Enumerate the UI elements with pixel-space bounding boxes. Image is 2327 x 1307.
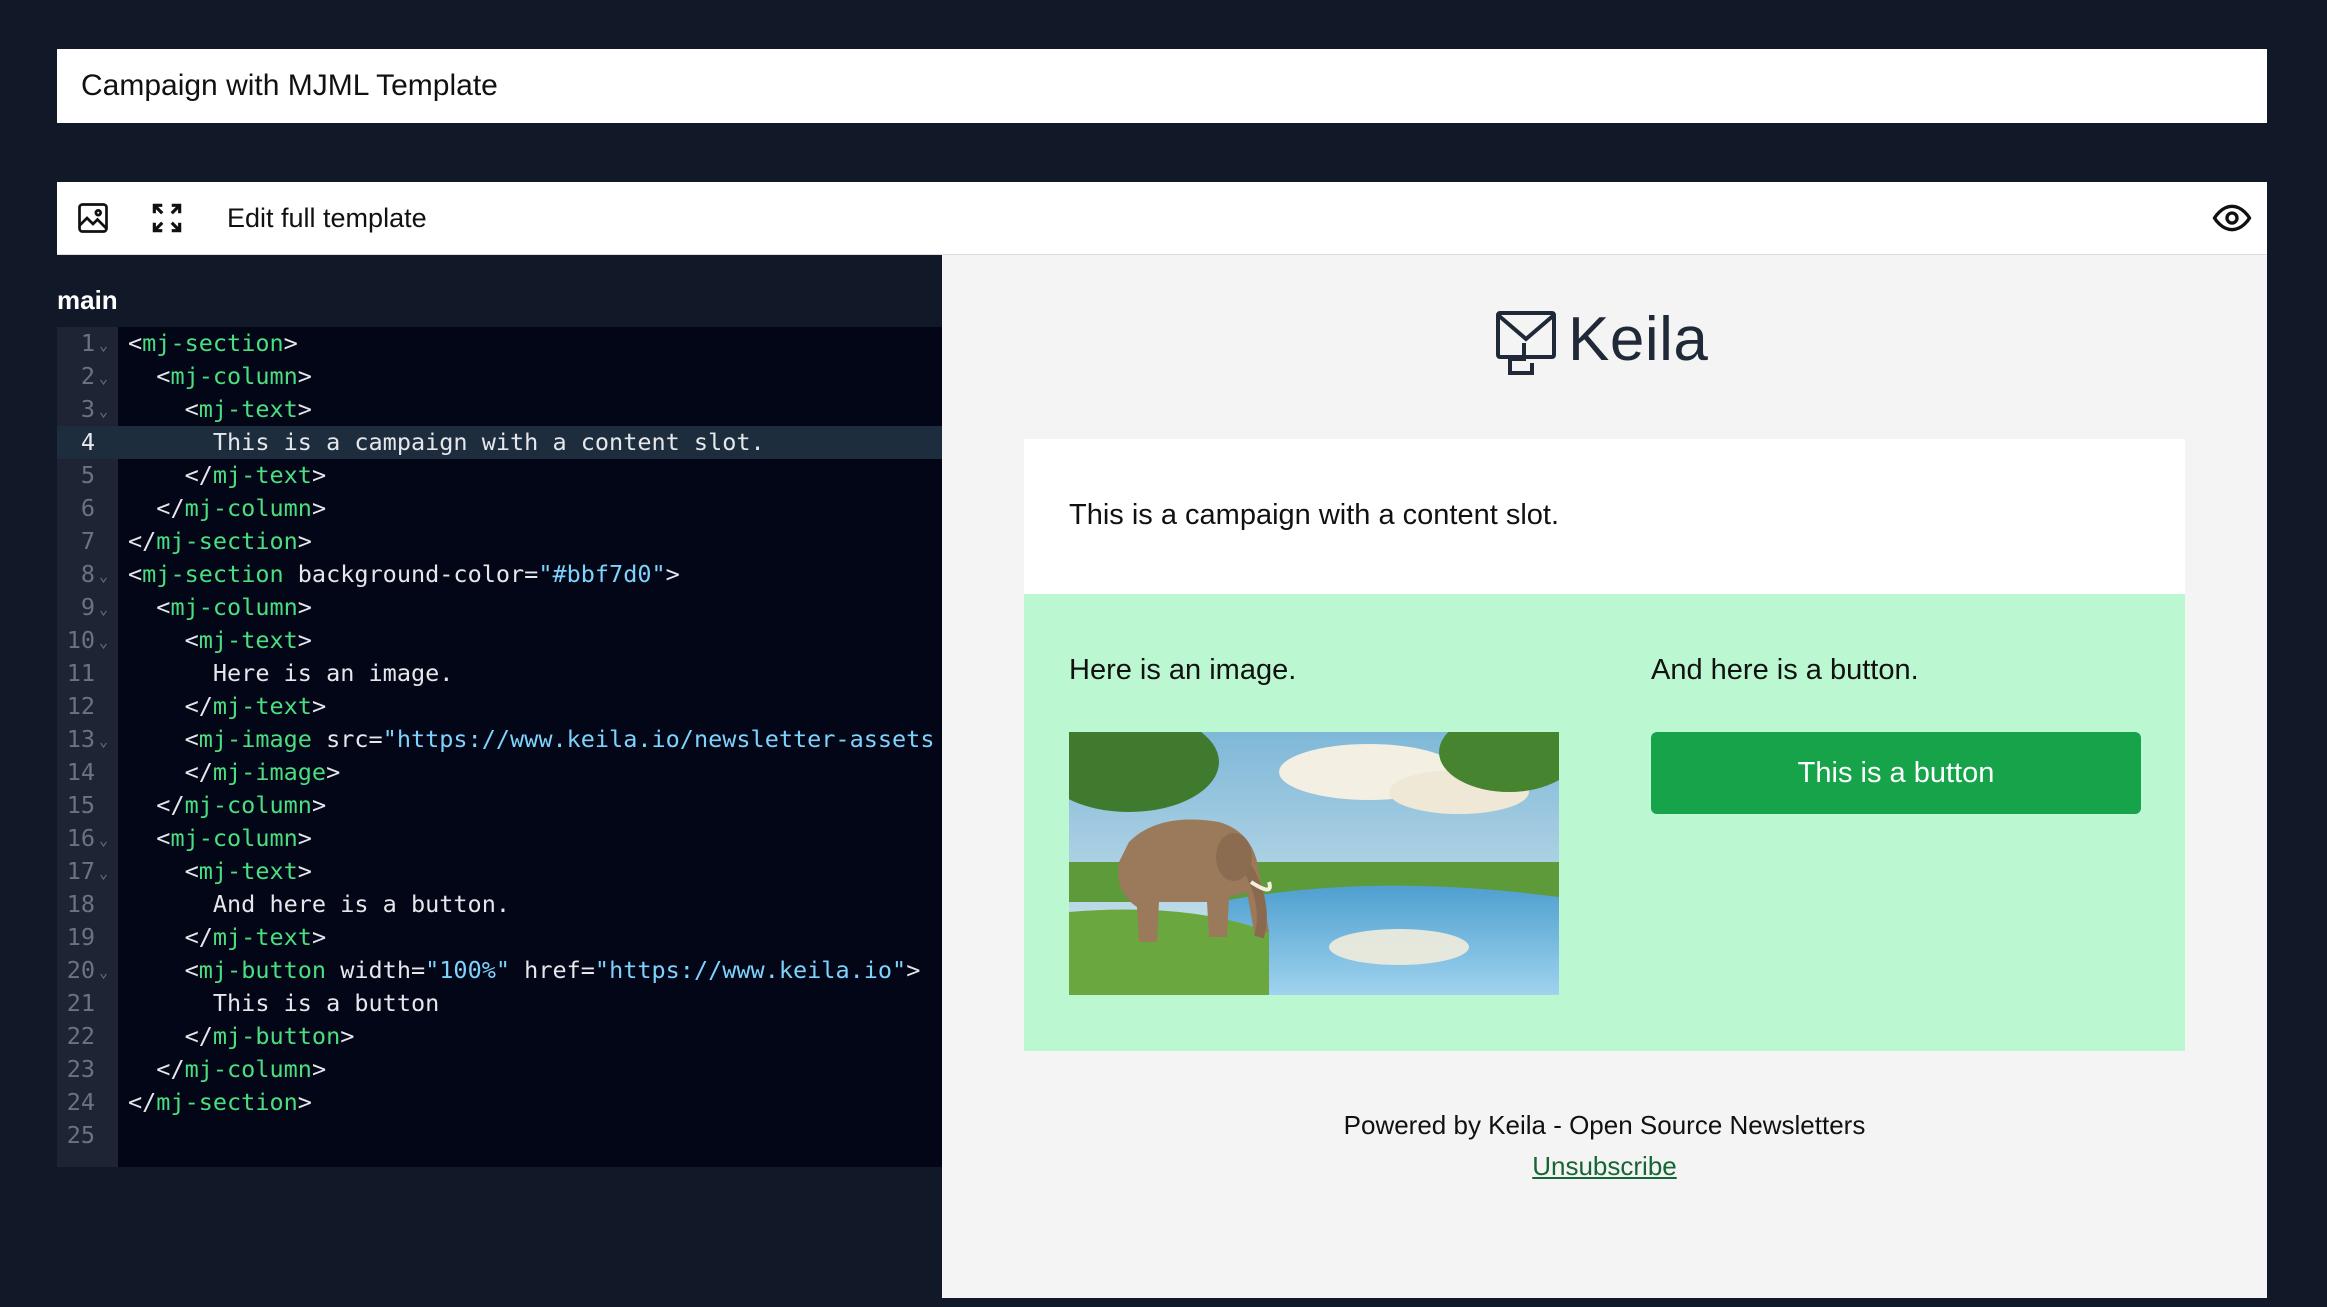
button-caption: And here is a button. — [1651, 654, 1919, 686]
fullscreen-icon[interactable] — [147, 198, 187, 238]
footer-text: Powered by Keila - Open Source Newslette… — [1343, 1110, 1866, 1140]
code-editor-panel: main 1 ⌄ <mj-section> 2 ⌄ <mj-column> 3 ⌄ <m… — [57, 255, 942, 1298]
code-line[interactable]: 12 </mj-text> — [57, 690, 942, 723]
code-line[interactable]: 22 </mj-button> — [57, 1020, 942, 1053]
image-caption: Here is an image. — [1069, 654, 1297, 686]
code-editor[interactable]: 1 ⌄ <mj-section> 2 ⌄ <mj-column> 3 ⌄ <mj-tex… — [57, 327, 942, 1167]
code-line[interactable]: 20 ⌄ <mj-button width="100%" href="https:… — [57, 954, 942, 987]
code-line[interactable]: 6 </mj-column> — [57, 492, 942, 525]
eye-icon[interactable] — [2212, 198, 2252, 238]
edit-full-template-button[interactable]: Edit full template — [227, 203, 427, 234]
code-line[interactable]: 24 </mj-section> — [57, 1086, 942, 1119]
email-preview-panel: Keila This is a campaign with a content … — [942, 255, 2267, 1298]
code-line[interactable]: 2 ⌄ <mj-column> — [57, 360, 942, 393]
code-line[interactable]: 1 ⌄ <mj-section> — [57, 327, 942, 360]
envelope-logo-icon — [1496, 311, 1556, 375]
code-line[interactable]: 9 ⌄ <mj-column> — [57, 591, 942, 624]
code-line[interactable]: 13 ⌄ <mj-image src="https://www.keila.io/… — [57, 723, 942, 756]
code-line[interactable]: 23 </mj-column> — [57, 1053, 942, 1086]
unsubscribe-link[interactable]: Unsubscribe — [1532, 1151, 1677, 1181]
green-section: Here is an image. And here is a button. — [1024, 594, 2185, 1051]
code-line[interactable]: 25 — [57, 1119, 942, 1152]
keila-logo: Keila — [1494, 299, 1708, 379]
code-line[interactable]: 10 ⌄ <mj-text> — [57, 624, 942, 657]
logo-text: Keila — [1568, 304, 1709, 374]
code-line[interactable]: 19 </mj-text> — [57, 921, 942, 954]
editor-toolbar: Edit full template — [57, 182, 2267, 255]
code-line[interactable]: 7 </mj-section> — [57, 525, 942, 558]
code-line[interactable]: 18 And here is a button. — [57, 888, 942, 921]
code-line[interactable]: 14 </mj-image> — [57, 756, 942, 789]
code-line[interactable]: 11 Here is an image. — [57, 657, 942, 690]
block-label: main — [57, 285, 118, 315]
unsubscribe-row: Unsubscribe — [942, 1151, 2267, 1182]
content-section: This is a campaign with a content slot. — [1024, 439, 2185, 594]
code-line[interactable]: 16 ⌄ <mj-column> — [57, 822, 942, 855]
elephant-image — [1069, 732, 1559, 995]
image-icon[interactable] — [73, 198, 113, 238]
code-line[interactable]: 3 ⌄ <mj-text> — [57, 393, 942, 426]
code-line[interactable]: 17 ⌄ <mj-text> — [57, 855, 942, 888]
code-line[interactable]: 8 ⌄ <mj-section background-color="#bbf7d0"… — [57, 558, 942, 591]
code-line[interactable]: 21 This is a button — [57, 987, 942, 1020]
content-text: This is a campaign with a content slot. — [1069, 499, 1560, 531]
code-line[interactable]: 5 </mj-text> — [57, 459, 942, 492]
campaign-title-input[interactable]: Campaign with MJML Template — [57, 49, 2267, 123]
this-is-a-button[interactable]: This is a button — [1651, 732, 2141, 814]
code-line[interactable]: 15 </mj-column> — [57, 789, 942, 822]
code-line-active[interactable]: 4 This is a campaign with a content slot… — [57, 426, 942, 459]
